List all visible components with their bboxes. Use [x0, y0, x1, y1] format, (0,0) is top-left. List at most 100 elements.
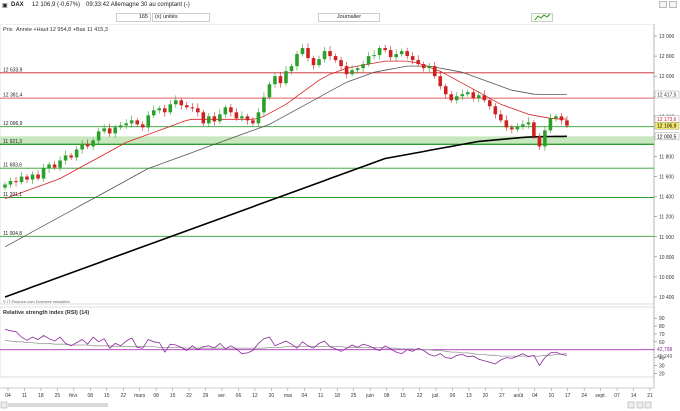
candle-body — [218, 114, 222, 122]
candle-body — [162, 108, 167, 113]
candle-body — [543, 130, 547, 147]
candle-body — [482, 95, 487, 101]
time-tick-label: 20 — [269, 393, 275, 399]
candle-body — [289, 66, 294, 72]
title-bar: ▣ DAX 12 106,9 (-0,67%) 09:33:42 Allemag… — [0, 0, 680, 10]
price-tick-label: 11 000 — [659, 235, 674, 241]
rsi-panel-frame — [0, 306, 655, 378]
candle-body — [493, 106, 498, 115]
candle-body — [306, 48, 310, 59]
candle-body — [8, 181, 13, 185]
level-label: 11 683,6 — [3, 163, 22, 169]
candle-body — [118, 125, 123, 128]
price-change: 12 106,9 (-0,67%) — [32, 2, 81, 8]
period-select[interactable]: Journalier — [318, 13, 380, 22]
candle-body — [488, 100, 492, 107]
time-tick-label: mars — [134, 393, 146, 399]
time-tick-label: 24 — [581, 393, 587, 399]
grid-lines — [654, 35, 657, 298]
scroll-right-button[interactable] — [627, 401, 635, 409]
candle-body — [554, 116, 558, 119]
candle-body — [80, 144, 84, 150]
zoom-out-button[interactable] — [636, 401, 644, 409]
candle-body — [394, 54, 398, 58]
time-tick-label: 11 — [22, 393, 27, 399]
candle-body — [52, 164, 57, 168]
candle-body — [262, 97, 266, 113]
candle-body — [465, 92, 470, 95]
level-label: 12 096,9 — [3, 121, 23, 127]
candle-body — [499, 114, 503, 121]
candle-body — [377, 48, 382, 56]
candle-body — [443, 86, 448, 95]
rsi-signal-readout: 45,249 — [657, 354, 673, 360]
price-badge-label: 12 417,5 — [657, 92, 677, 98]
scroll-left-button[interactable] — [0, 401, 8, 409]
time-tick-label: 15 — [400, 393, 406, 399]
candle-body — [366, 56, 371, 65]
candle-body — [129, 120, 134, 124]
rsi-tick-label: 80 — [659, 324, 665, 330]
level-label: 11 921,3 — [3, 139, 22, 145]
info-icon[interactable]: ▣ — [2, 2, 8, 9]
quantity-input[interactable]: 165 — [116, 13, 151, 22]
candle-body — [146, 115, 151, 128]
units-select[interactable]: (x) unités — [152, 13, 210, 22]
chart-area[interactable]: 12 633,9 12 381,4 12 096,9 11 921,3 11 683,6… — [0, 24, 680, 411]
candle-body — [278, 76, 283, 84]
time-tick-label: 04 — [302, 393, 308, 399]
candle-body — [74, 149, 79, 158]
candle-body — [36, 174, 40, 179]
time-tick-label: 15 — [104, 393, 110, 399]
time-tick-label: 17 — [565, 393, 571, 399]
price-tick-label: 12 800 — [659, 54, 675, 60]
candle-body — [63, 155, 68, 161]
candle-body — [300, 48, 305, 55]
candle-body — [240, 116, 244, 119]
price-tick-label: 11 200 — [659, 215, 674, 221]
chart-type-icon[interactable] — [531, 13, 553, 22]
candle-body — [3, 184, 7, 188]
candle-body — [47, 164, 51, 169]
price-axis: 13 00012 80012 60012 40012 20012 00011 8… — [659, 34, 675, 301]
time-tick-label: 25 — [55, 393, 61, 399]
candle-body — [449, 94, 454, 101]
candle-body — [196, 108, 200, 113]
time-tick-label: 06 — [236, 393, 242, 399]
minimize-icon[interactable] — [659, 1, 667, 8]
time-tick-label: 08 — [153, 393, 159, 399]
horizontal-scrollbar[interactable] — [8, 403, 108, 407]
candle-body — [179, 100, 184, 106]
close-icon[interactable] — [669, 1, 677, 8]
time-tick-label: 27 — [499, 393, 505, 399]
time-tick-label: mai — [284, 393, 292, 399]
time-tick-label: 08 — [88, 393, 94, 399]
candle-body — [438, 76, 443, 87]
year-stats: Année +Haut 12 954,8 +Bas 11 415,3 — [16, 27, 108, 33]
time-tick-label: juil. — [431, 393, 440, 399]
candle-body — [267, 84, 272, 98]
level-label: 11 391,1 — [3, 192, 22, 198]
price-tick-label: 11 800 — [659, 154, 674, 160]
candle-body — [460, 94, 465, 97]
candle-body — [372, 55, 376, 57]
rsi-tick-label: 70 — [659, 332, 665, 338]
price-panel-frame — [0, 24, 655, 305]
candle-body — [25, 176, 29, 180]
time-tick-label: 10 — [548, 393, 554, 399]
price-tick-label: 10 800 — [659, 255, 675, 261]
candle-body — [295, 54, 299, 67]
time-tick-label: sept. — [595, 393, 606, 399]
time-tick-label: févr. — [69, 393, 78, 399]
price-tick-label: 12 600 — [659, 74, 675, 80]
candle-body — [140, 124, 145, 128]
candle-body — [504, 120, 509, 128]
candle-body — [432, 66, 437, 77]
candle-body — [245, 116, 250, 121]
zoom-in-button[interactable] — [644, 401, 652, 409]
candle-body — [207, 116, 211, 124]
rsi-tick-label: 20 — [659, 371, 665, 377]
time-tick-label: août — [513, 393, 523, 399]
time-tick-label: 22 — [120, 393, 126, 399]
quote-timestamp: 09:33:42 Allemagne 30 au comptant (-) — [86, 2, 190, 8]
